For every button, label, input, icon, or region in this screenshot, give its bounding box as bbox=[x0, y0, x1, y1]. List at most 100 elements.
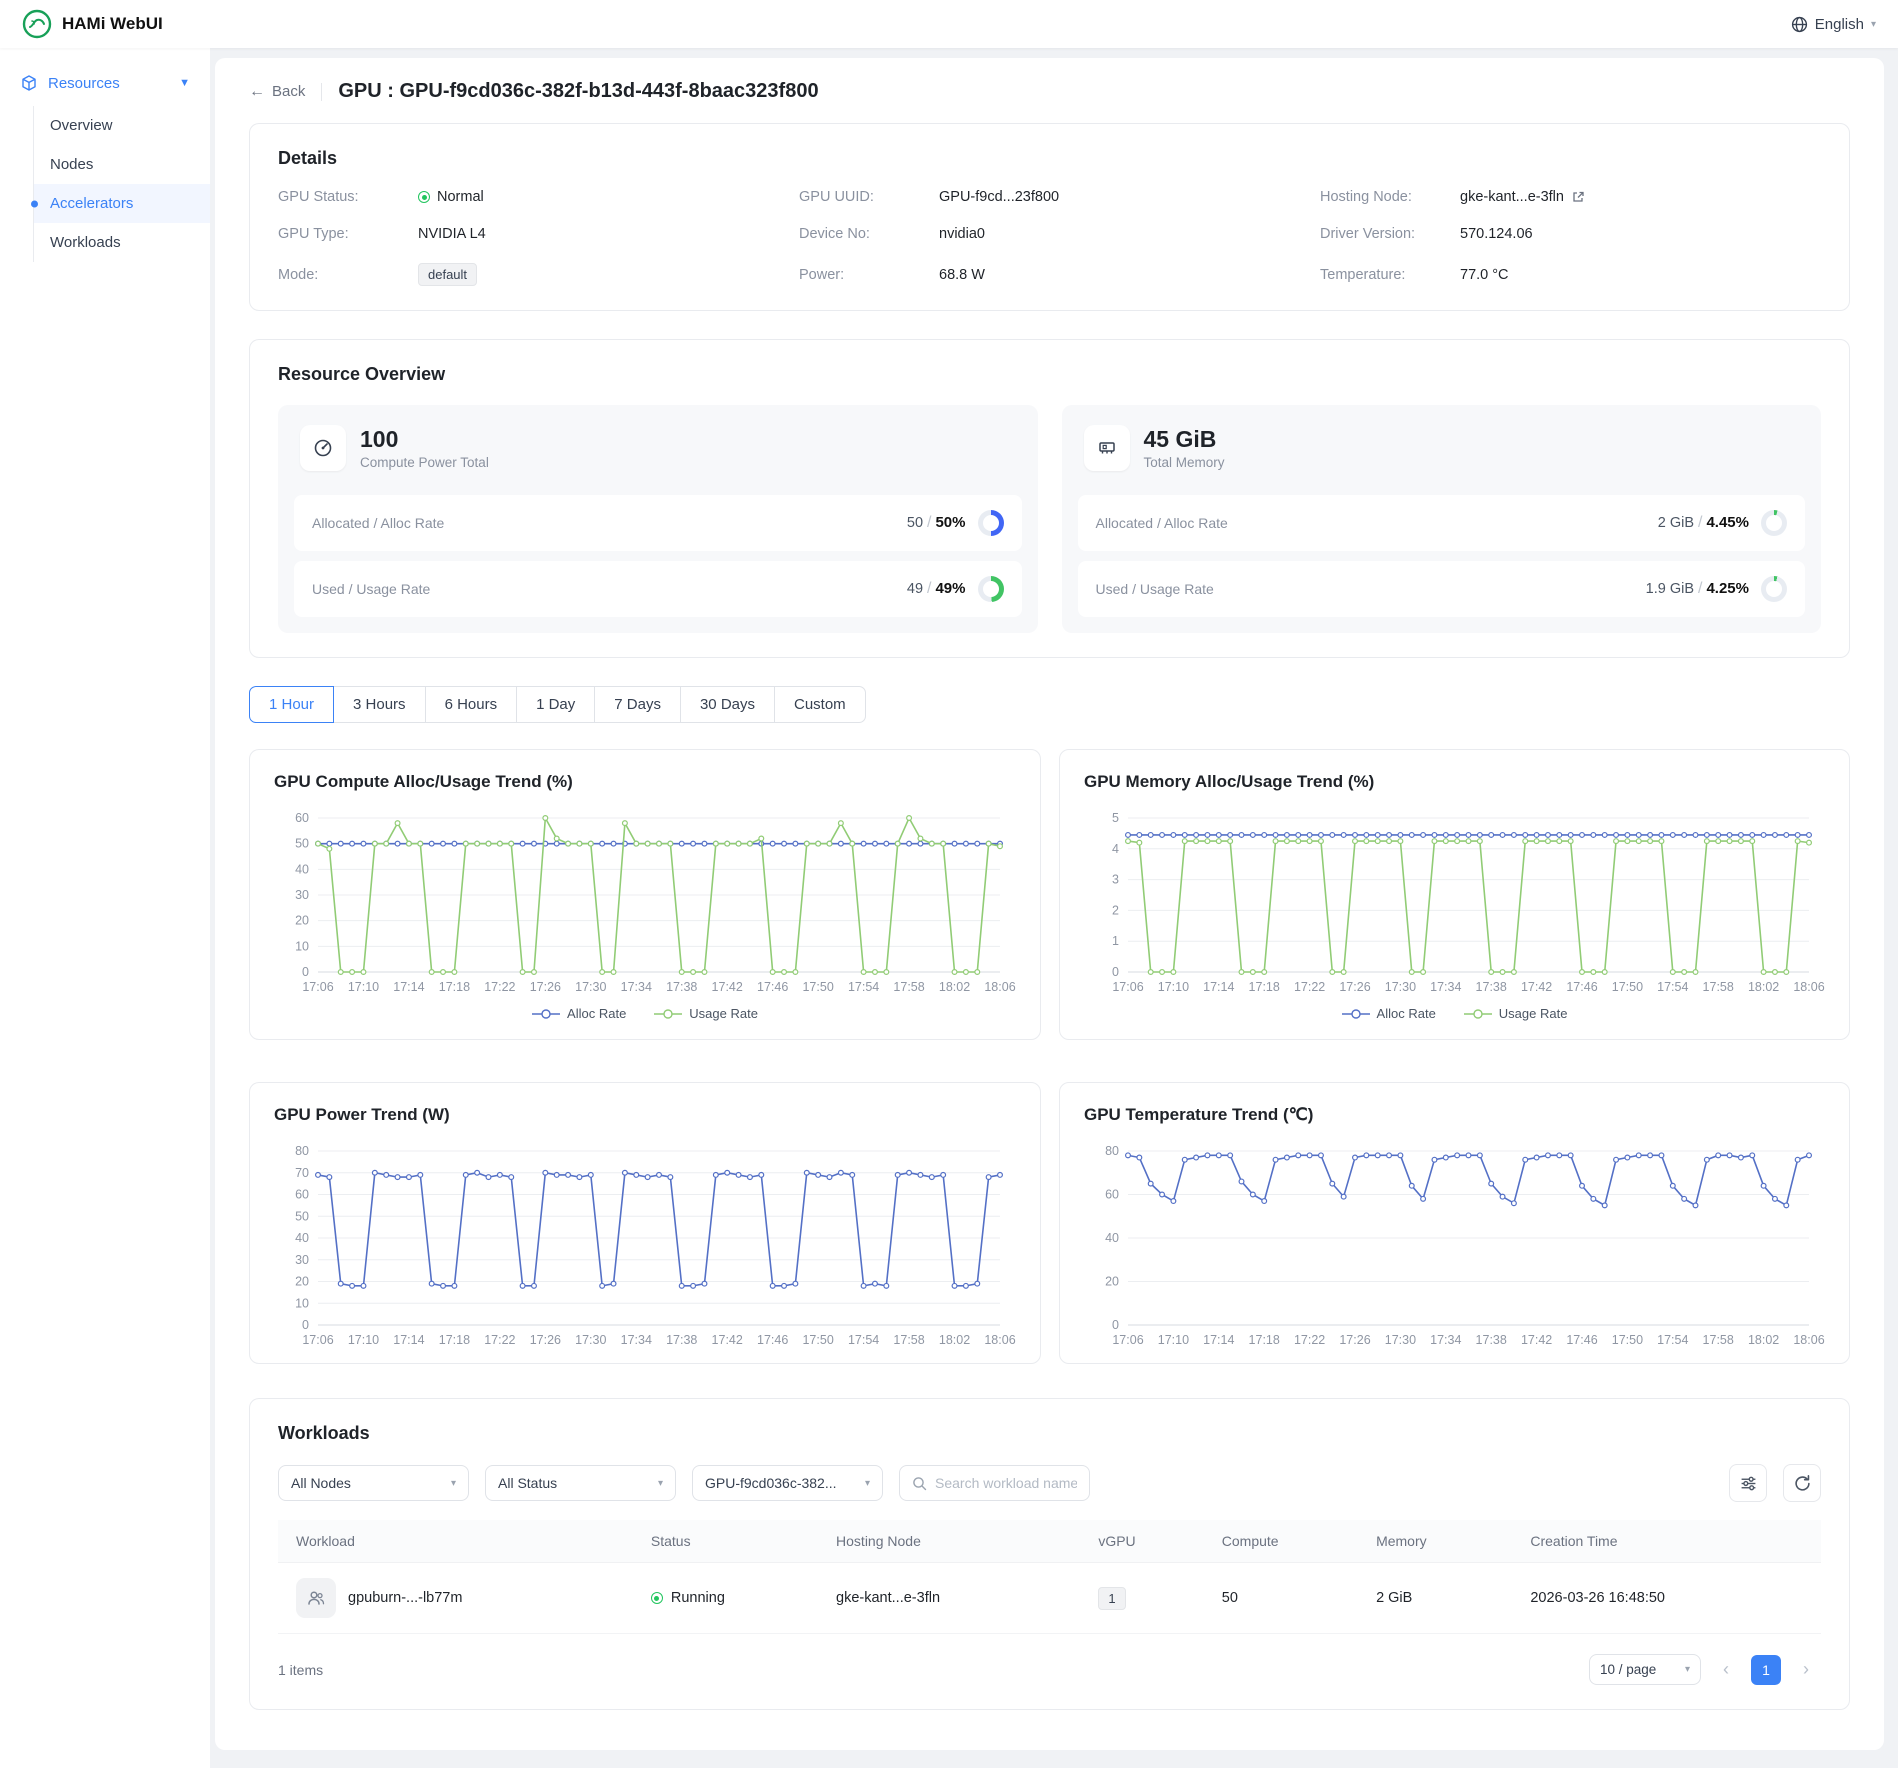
resource-row-value: 1.9 GiB bbox=[1646, 581, 1694, 597]
sidebar-section-resources[interactable]: Resources ▼ bbox=[0, 62, 210, 104]
status-filter-value: All Status bbox=[498, 1475, 557, 1491]
time-range-tabs: 1 Hour3 Hours6 Hours1 Day7 Days30 DaysCu… bbox=[249, 686, 866, 723]
workload-node: gke-kant...e-3fln bbox=[836, 1590, 940, 1606]
svg-text:17:30: 17:30 bbox=[575, 980, 606, 994]
svg-text:40: 40 bbox=[1105, 1231, 1119, 1245]
time-range-custom[interactable]: Custom bbox=[774, 686, 866, 723]
svg-text:0: 0 bbox=[1112, 965, 1119, 979]
page-size-select[interactable]: 10 / page ▾ bbox=[1589, 1654, 1701, 1685]
top-bar: HAMi WebUI English ▾ bbox=[0, 0, 1898, 48]
resource-row-label: Allocated / Alloc Rate bbox=[312, 515, 444, 531]
chevron-down-icon: ▾ bbox=[658, 1478, 663, 1489]
mode-tag: default bbox=[418, 263, 477, 286]
chart-title: GPU Compute Alloc/Usage Trend (%) bbox=[274, 772, 1016, 792]
time-range-1-day[interactable]: 1 Day bbox=[516, 686, 595, 723]
detail-gpu-status: GPU Status:Normal bbox=[278, 189, 779, 205]
table-settings-button[interactable] bbox=[1729, 1464, 1767, 1502]
page-1-button[interactable]: 1 bbox=[1751, 1655, 1781, 1685]
detail-mode: Mode:default bbox=[278, 263, 779, 286]
search-input[interactable] bbox=[935, 1475, 1077, 1491]
time-range-1-hour[interactable]: 1 Hour bbox=[249, 686, 334, 723]
svg-text:17:42: 17:42 bbox=[712, 980, 743, 994]
gauge-icon bbox=[313, 438, 333, 458]
workload-name[interactable]: gpuburn-...-lb77m bbox=[348, 1590, 462, 1606]
resource-overview-card: Resource Overview 100Compute Power Total… bbox=[249, 339, 1850, 658]
svg-text:17:58: 17:58 bbox=[1703, 980, 1734, 994]
details-card: Details GPU Status:NormalGPU Type:NVIDIA… bbox=[249, 123, 1850, 311]
sidebar-item-accelerators[interactable]: Accelerators bbox=[34, 184, 210, 223]
detail-hosting-node: Hosting Node: gke-kant...e-3fln bbox=[1320, 189, 1821, 205]
language-selector[interactable]: English ▾ bbox=[1791, 16, 1876, 33]
workloads-table: WorkloadStatusHosting NodevGPUComputeMem… bbox=[278, 1520, 1821, 1634]
gpu-power-trend-w-canvas: 0102030405060708017:0617:1017:1417:1817:… bbox=[274, 1141, 1016, 1351]
svg-text:17:34: 17:34 bbox=[1430, 1333, 1461, 1347]
resource-overview-title: Resource Overview bbox=[278, 364, 1821, 385]
svg-text:0: 0 bbox=[302, 965, 309, 979]
svg-text:30: 30 bbox=[295, 888, 309, 902]
node-filter-value: All Nodes bbox=[291, 1475, 351, 1491]
legend-item-usage-rate[interactable]: Usage Rate bbox=[654, 1006, 758, 1021]
legend-item-alloc-rate[interactable]: Alloc Rate bbox=[1342, 1006, 1436, 1021]
svg-text:17:14: 17:14 bbox=[393, 1333, 424, 1347]
vgpu-badge: 1 bbox=[1098, 1587, 1125, 1610]
workloads-footer: 1 items 10 / page ▾ ‹ 1 › bbox=[278, 1634, 1821, 1685]
column-header-creation-time: Creation Time bbox=[1512, 1520, 1821, 1563]
detail-value: NVIDIA L4 bbox=[418, 226, 486, 242]
detail-label: GPU UUID: bbox=[799, 189, 931, 205]
svg-text:20: 20 bbox=[1105, 1275, 1119, 1289]
detail-power: Power:68.8 W bbox=[799, 263, 1300, 286]
svg-text:30: 30 bbox=[295, 1253, 309, 1267]
sidebar: Resources ▼ OverviewNodesAcceleratorsWor… bbox=[0, 48, 210, 1768]
svg-text:17:58: 17:58 bbox=[1703, 1333, 1734, 1347]
detail-value: default bbox=[418, 263, 477, 286]
svg-text:17:22: 17:22 bbox=[484, 980, 515, 994]
chart-legend: Alloc Rate Usage Rate bbox=[274, 998, 1016, 1027]
time-range-30-days[interactable]: 30 Days bbox=[680, 686, 775, 723]
time-range-3-hours[interactable]: 3 Hours bbox=[333, 686, 426, 723]
workload-status: Running bbox=[671, 1590, 725, 1606]
svg-text:17:06: 17:06 bbox=[302, 980, 333, 994]
svg-text:17:34: 17:34 bbox=[1430, 980, 1461, 994]
gpu-temperature-trend-canvas: 02040608017:0617:1017:1417:1817:2217:261… bbox=[1084, 1141, 1825, 1351]
detail-value: 570.124.06 bbox=[1460, 226, 1533, 242]
sidebar-item-workloads[interactable]: Workloads bbox=[34, 223, 210, 262]
running-status-icon bbox=[651, 1592, 663, 1604]
sidebar-item-overview[interactable]: Overview bbox=[34, 106, 210, 145]
prev-page-button[interactable]: ‹ bbox=[1711, 1655, 1741, 1685]
resource-row-percent: 50% bbox=[935, 514, 965, 531]
svg-text:17:54: 17:54 bbox=[1657, 1333, 1688, 1347]
time-range-6-hours[interactable]: 6 Hours bbox=[425, 686, 518, 723]
resource-card-compute-power-total: 100Compute Power TotalAllocated / Alloc … bbox=[278, 405, 1038, 633]
legend-item-usage-rate[interactable]: Usage Rate bbox=[1464, 1006, 1568, 1021]
time-range-7-days[interactable]: 7 Days bbox=[594, 686, 681, 723]
status-filter-select[interactable]: All Status ▾ bbox=[485, 1465, 676, 1501]
main-area: ← Back GPU : GPU-f9cd036c-382f-b13d-443f… bbox=[210, 48, 1898, 1768]
svg-text:20: 20 bbox=[295, 1275, 309, 1289]
resource-row-percent: 4.25% bbox=[1706, 580, 1749, 597]
svg-text:17:54: 17:54 bbox=[848, 980, 879, 994]
legend-item-alloc-rate[interactable]: Alloc Rate bbox=[532, 1006, 626, 1021]
chevron-down-icon: ▾ bbox=[865, 1478, 870, 1489]
svg-text:17:42: 17:42 bbox=[712, 1333, 743, 1347]
resource-row-value: 50 bbox=[907, 515, 923, 531]
back-button[interactable]: ← Back bbox=[249, 83, 305, 101]
svg-text:18:02: 18:02 bbox=[939, 1333, 970, 1347]
node-filter-select[interactable]: All Nodes ▾ bbox=[278, 1465, 469, 1501]
svg-text:17:46: 17:46 bbox=[757, 1333, 788, 1347]
workloads-filters: All Nodes ▾ All Status ▾ GPU-f9cd036c-38… bbox=[278, 1464, 1821, 1502]
items-count: 1 items bbox=[278, 1662, 323, 1678]
detail-value: Normal bbox=[418, 189, 484, 205]
refresh-button[interactable] bbox=[1783, 1464, 1821, 1502]
language-label: English bbox=[1815, 16, 1864, 33]
detail-value[interactable]: gke-kant...e-3fln bbox=[1460, 189, 1585, 205]
gpu-memory-alloc-usage-trend-card: GPU Memory Alloc/Usage Trend (%)01234517… bbox=[1059, 749, 1850, 1040]
external-link-icon[interactable] bbox=[1571, 190, 1585, 204]
gpu-filter-select[interactable]: GPU-f9cd036c-382... ▾ bbox=[692, 1465, 883, 1501]
sidebar-item-nodes[interactable]: Nodes bbox=[34, 145, 210, 184]
back-label: Back bbox=[272, 83, 305, 100]
svg-text:17:18: 17:18 bbox=[439, 980, 470, 994]
next-page-button[interactable]: › bbox=[1791, 1655, 1821, 1685]
page-size-value: 10 / page bbox=[1600, 1662, 1656, 1677]
workload-search[interactable] bbox=[899, 1465, 1090, 1501]
detail-label: Hosting Node: bbox=[1320, 189, 1452, 205]
